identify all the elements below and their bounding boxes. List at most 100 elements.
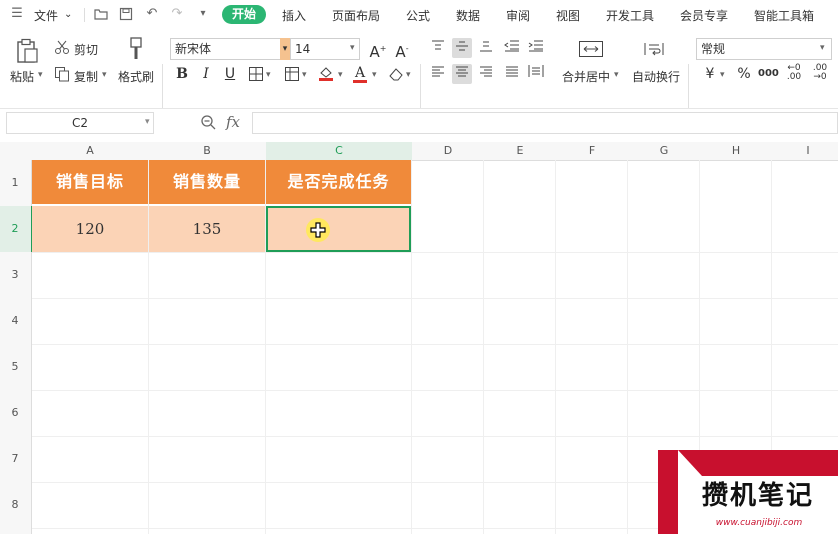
row-header-8[interactable]: 8 (0, 498, 30, 511)
zoom-icon[interactable] (200, 114, 216, 133)
cell-b2[interactable]: 135 (149, 206, 265, 252)
formula-input[interactable] (252, 112, 838, 134)
tab-data[interactable]: 数据 (456, 7, 480, 24)
tab-page-layout[interactable]: 页面布局 (332, 7, 380, 24)
font-color-icon[interactable]: A (350, 63, 370, 83)
format-painter-icon[interactable] (126, 36, 146, 65)
cell-c2-selected[interactable] (266, 206, 411, 252)
copy-icon[interactable] (54, 66, 70, 85)
increase-font-icon[interactable]: A+ (368, 39, 388, 61)
chevron-down-icon[interactable]: ▾ (38, 70, 43, 80)
wrap-text-icon[interactable] (642, 40, 666, 61)
thousands-button[interactable]: 000 (758, 64, 779, 84)
bold-icon[interactable]: B (172, 64, 192, 84)
distribute-icon[interactable] (526, 64, 546, 84)
tab-home[interactable]: 开始 (222, 5, 266, 24)
chevron-down-icon[interactable]: ▾ (614, 70, 619, 80)
align-right-icon[interactable] (476, 64, 496, 84)
chevron-down-icon[interactable]: ▾ (338, 70, 343, 80)
tab-developer[interactable]: 开发工具 (606, 7, 654, 24)
chevron-down-icon[interactable]: ▾ (102, 70, 107, 80)
tab-view[interactable]: 视图 (556, 7, 580, 24)
tab-smart-toolbox[interactable]: 智能工具箱 (754, 7, 814, 24)
tab-review[interactable]: 审阅 (506, 7, 530, 24)
column-header-i[interactable]: I (772, 142, 838, 160)
column-header-b[interactable]: B (149, 142, 265, 160)
chevron-down-icon[interactable]: ▾ (720, 70, 725, 80)
column-header-a[interactable]: A (32, 142, 148, 160)
format-painter-button[interactable]: 格式刷 (118, 68, 154, 85)
grid-line (411, 160, 412, 534)
fill-color-icon[interactable] (316, 64, 336, 84)
undo-icon[interactable]: ↶ (145, 7, 159, 21)
column-header-e[interactable]: E (484, 142, 556, 160)
row-header-1[interactable]: 1 (0, 176, 30, 189)
logo-band (678, 450, 838, 476)
column-header-c[interactable]: C (266, 142, 412, 160)
align-bottom-icon[interactable] (476, 38, 496, 58)
cell-c1[interactable]: 是否完成任务 (266, 160, 411, 204)
row-header-6[interactable]: 6 (0, 406, 30, 419)
save-icon[interactable] (119, 7, 133, 21)
grid-line (555, 160, 556, 534)
decrease-indent-icon[interactable] (502, 38, 522, 58)
merge-center-icon[interactable] (578, 40, 604, 61)
align-center-icon[interactable] (452, 64, 472, 84)
increase-indent-icon[interactable] (526, 38, 546, 58)
increase-decimal-icon[interactable]: ←0.00 (784, 64, 804, 84)
cut-button[interactable]: 剪切 (74, 41, 98, 58)
cell-style-icon[interactable] (282, 64, 302, 84)
paste-button[interactable]: 粘贴 (10, 68, 34, 85)
row-header-7[interactable]: 7 (0, 452, 30, 465)
align-middle-icon[interactable] (452, 38, 472, 58)
cell-a2[interactable]: 120 (32, 206, 148, 252)
eraser-icon[interactable] (386, 64, 406, 84)
paste-icon[interactable] (14, 38, 40, 67)
align-top-icon[interactable] (428, 38, 448, 58)
name-box[interactable]: C2 (6, 112, 154, 134)
more-icon[interactable]: ▾ (196, 7, 210, 21)
chevron-down-icon[interactable]: ▾ (145, 117, 150, 127)
scissors-icon[interactable] (54, 39, 70, 58)
tab-formulas[interactable]: 公式 (406, 7, 430, 24)
wrap-text-button[interactable]: 自动换行 (632, 68, 680, 85)
percent-button[interactable]: % (734, 64, 754, 84)
chevron-down-icon[interactable]: ⌄ (64, 9, 72, 20)
chevron-down-icon[interactable]: ▾ (372, 70, 377, 80)
row-header-4[interactable]: 4 (0, 314, 30, 327)
copy-button[interactable]: 复制 (74, 68, 98, 85)
chevron-down-icon[interactable]: ▾ (350, 43, 355, 53)
chevron-down-icon[interactable]: ▾ (820, 43, 825, 53)
number-format-select[interactable]: 常规 (696, 38, 832, 60)
chevron-down-icon[interactable]: ▾ (406, 70, 411, 80)
chevron-down-icon[interactable]: ▾ (266, 70, 271, 80)
decrease-decimal-icon[interactable]: .00 →0 (810, 64, 830, 84)
justify-icon[interactable] (502, 64, 522, 84)
column-header-h[interactable]: H (700, 142, 772, 160)
font-name-select[interactable]: 新宋体 (170, 38, 282, 60)
decrease-font-icon[interactable]: A- (392, 39, 412, 61)
cell-b1[interactable]: 销售数量 (149, 160, 265, 204)
cell-a1[interactable]: 销售目标 (32, 160, 148, 204)
row-header-2[interactable]: 2 (0, 222, 30, 235)
merge-center-button[interactable]: 合并居中 (562, 68, 610, 85)
column-header-f[interactable]: F (556, 142, 628, 160)
tab-insert[interactable]: 插入 (282, 7, 306, 24)
fx-icon[interactable]: fx (226, 113, 240, 131)
currency-button[interactable]: ¥ (700, 64, 720, 84)
menu-file[interactable]: 文件 (34, 7, 58, 24)
chevron-down-icon[interactable]: ▾ (302, 70, 307, 80)
tab-member[interactable]: 会员专享 (680, 7, 728, 24)
redo-icon[interactable]: ↷ (170, 7, 184, 21)
italic-icon[interactable]: I (196, 64, 216, 84)
column-header-d[interactable]: D (412, 142, 484, 160)
hamburger-icon[interactable]: ☰ (10, 7, 24, 21)
column-header-g[interactable]: G (628, 142, 700, 160)
chevron-down-icon[interactable]: ▾ (280, 38, 290, 60)
row-header-3[interactable]: 3 (0, 268, 30, 281)
underline-icon[interactable]: U (220, 64, 240, 84)
row-header-5[interactable]: 5 (0, 360, 30, 373)
open-folder-icon[interactable] (94, 7, 108, 21)
align-left-icon[interactable] (428, 64, 448, 84)
borders-icon[interactable] (246, 64, 266, 84)
